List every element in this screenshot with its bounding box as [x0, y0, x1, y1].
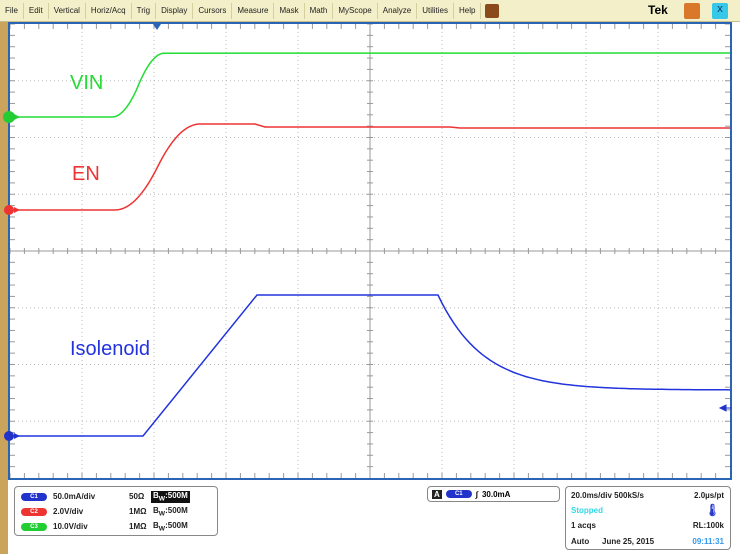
menu-myscope[interactable]: MyScope	[333, 3, 377, 19]
isolenoid-label: Isolenoid	[70, 338, 150, 361]
thermometer-icon: 🌡︎	[705, 503, 720, 517]
channel-tag: C1	[21, 493, 47, 501]
menu-bar: FileEditVerticalHoriz/AcqTrigDisplayCurs…	[0, 0, 740, 22]
acq-count: 1 acqs	[571, 521, 596, 530]
bandwidth-value: 500M	[168, 491, 188, 500]
tek-logo: Tek	[648, 3, 668, 17]
channel-scale: 2.0V/div	[53, 507, 129, 516]
bandwidth-value: 500M	[168, 521, 188, 530]
dropdown-button[interactable]	[485, 4, 499, 18]
time: 09:11:31	[692, 537, 724, 546]
channel-scale: 50.0mA/div	[53, 492, 129, 501]
graticule	[10, 24, 730, 478]
channel-tag: C3	[21, 523, 47, 531]
channel-scale: 10.0V/div	[53, 522, 129, 531]
horizontal-readout[interactable]: 20.0ms/div 500kS/s 2.0µs/pt Stopped 🌡︎ 1…	[565, 486, 731, 550]
channel-settings[interactable]: C150.0mA/div50ΩBW:500MC22.0V/div1MΩBW:50…	[14, 486, 218, 536]
timebase: 20.0ms/div 500kS/s	[571, 491, 644, 500]
acq-status: Stopped	[571, 506, 603, 515]
menu-measure[interactable]: Measure	[232, 3, 274, 19]
channel-impedance: 1MΩ	[129, 507, 151, 516]
bandwidth-value: 500M	[168, 506, 188, 515]
date: June 25, 2015	[602, 537, 654, 546]
channel-row[interactable]: C1 50.0mA/div50ΩBW:500M	[21, 491, 211, 503]
close-button[interactable]: x	[712, 3, 728, 19]
trigger-mode: Auto	[571, 537, 589, 546]
menu-cursors[interactable]: Cursors	[193, 3, 232, 19]
record-length: RL:100k	[693, 521, 724, 530]
menu-horizacq[interactable]: Horiz/Acq	[86, 3, 132, 19]
trigger-slope-icon: ∫	[476, 490, 478, 499]
bandwidth-limit: BW:500M	[151, 491, 190, 503]
channel-tag: C2	[21, 508, 47, 516]
menu-trig[interactable]: Trig	[132, 3, 156, 19]
menu-display[interactable]: Display	[156, 3, 193, 19]
channel-row[interactable]: C2 2.0V/div1MΩBW:500M	[21, 506, 211, 518]
vin-label: VIN	[70, 72, 103, 95]
channel-impedance: 1MΩ	[129, 522, 151, 531]
trigger-readout[interactable]: A C1 ∫ 30.0mA	[427, 486, 560, 502]
en-label: EN	[72, 163, 100, 186]
trigger-mode-tag: A	[432, 490, 442, 499]
trigger-level: 30.0mA	[482, 490, 510, 499]
channel-row[interactable]: C3 10.0V/div1MΩBW:500M	[21, 521, 211, 533]
menu-file[interactable]: File	[0, 3, 24, 19]
menu-utilities[interactable]: Utilities	[417, 3, 454, 19]
channel-impedance: 50Ω	[129, 492, 151, 501]
trigger-source: C1	[446, 490, 472, 498]
side-strip	[0, 22, 8, 554]
menu-analyze[interactable]: Analyze	[378, 3, 417, 19]
menu-math[interactable]: Math	[305, 3, 334, 19]
menu-mask[interactable]: Mask	[274, 3, 304, 19]
menu-vertical[interactable]: Vertical	[49, 3, 86, 19]
resolution: 2.0µs/pt	[694, 491, 724, 500]
menu-edit[interactable]: Edit	[24, 3, 49, 19]
bandwidth-limit: BW:500M	[151, 521, 190, 533]
menu-help[interactable]: Help	[454, 3, 481, 19]
minimize-button[interactable]	[684, 3, 700, 19]
bandwidth-limit: BW:500M	[151, 506, 190, 518]
waveform-display[interactable]	[8, 22, 732, 480]
